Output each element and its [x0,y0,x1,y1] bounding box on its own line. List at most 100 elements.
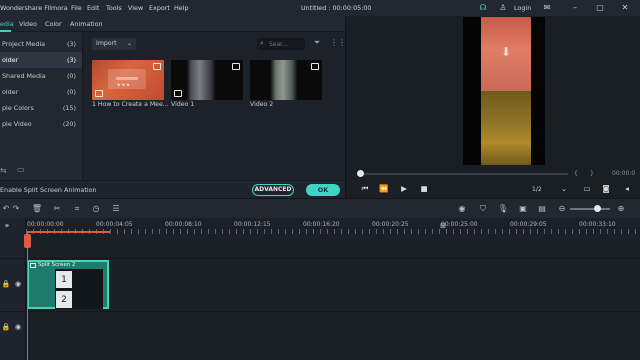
redo-icon[interactable]: ↷ [10,203,22,215]
new-folder-icon[interactable]: ⇆ [0,166,10,176]
sidebar-item-sample-colors[interactable]: ple Colors (15) [0,100,82,116]
track-divider [0,311,640,312]
playhead[interactable] [27,231,28,360]
sidebar-item-project-media[interactable]: Project Media (3) [0,36,82,52]
playhead-handle[interactable] [24,234,31,248]
menu-view[interactable]: View [128,4,143,12]
split-layout: 1 2 [55,269,103,309]
chevron-down-icon[interactable]: ⌄ [559,184,569,194]
clip-label: Video 1 [171,101,195,108]
scrubber-handle[interactable] [357,170,364,177]
link-icon[interactable]: ⚭ [2,221,12,231]
minimize-icon[interactable]: – [569,2,581,14]
login-link[interactable]: Login [514,4,531,12]
lock-icon[interactable]: 🔒 [1,279,11,289]
sidebar-item-folder[interactable]: older (3) [0,52,82,68]
ruler-label: 00:00:29:05 [510,221,547,228]
media-clip-2[interactable] [171,60,243,100]
ruler-label: 00:00:16:20 [303,221,340,228]
render-ratio[interactable]: 1/2 [532,186,542,193]
split-cell-top: ⬇ [481,17,531,91]
render-icon[interactable]: ◉ [456,203,468,215]
zoom-slider-handle[interactable] [594,205,601,212]
menu-help[interactable]: Help [174,4,189,12]
camera-icon[interactable]: ◙ [601,184,611,194]
split-screen-clip[interactable]: Split Screen 2 1 2 [27,260,109,309]
ok-button[interactable]: OK [306,184,340,196]
subtitle-icon[interactable]: ▤ [536,203,548,215]
sidebar-item-label: Shared Media [2,72,46,80]
video-badge-icon [232,63,240,70]
mic-icon[interactable]: 🎙 [497,203,509,215]
user-icon[interactable]: ♙ [497,2,509,14]
volume-icon[interactable]: ◂ [622,184,632,194]
adjust-icon[interactable]: ☰ [110,203,122,215]
lock-icon[interactable]: 🔒 [1,322,11,332]
crop-icon[interactable]: ⌗ [71,203,83,215]
zoom-slider[interactable] [570,208,610,210]
play-icon[interactable]: ▶ [399,184,409,194]
enable-animation-label[interactable]: Enable Split Screen Animation [0,186,97,194]
search-input[interactable] [269,39,303,49]
sidebar-item-sample-video[interactable]: ple Video (20) [0,116,82,132]
filter-icon[interactable]: ⏷ [312,38,322,48]
eye-icon[interactable]: ◉ [13,322,23,332]
mail-icon[interactable]: ✉ [541,2,553,14]
clip-title: Split Screen 2 [38,262,76,268]
close-icon[interactable]: ✕ [619,2,631,14]
split-cell-1[interactable]: 1 [55,270,73,289]
import-dropdown[interactable]: Import ⌄ [92,38,136,50]
timeline-toolbar: ↶ ↷ 🗑 ✂ ⌗ ◷ ☰ ◉ ⛉ 🎙 ▣ ▤ ⊖ ⊕ [0,198,640,218]
sidebar-item-label: ple Colors [2,104,34,112]
folder-icon[interactable]: ▭ [17,165,27,175]
prev-frame-icon[interactable]: ⏮ [360,184,370,194]
arrow-down-icon: ⬇ [501,45,512,59]
app-name: Wondershare Filmora [0,4,68,12]
search-box[interactable]: ⌕ [257,38,305,50]
split-screen-icon [30,263,36,268]
delete-icon[interactable]: 🗑 [31,203,43,215]
shield-icon[interactable]: ⛉ [477,203,489,215]
zoom-out-icon[interactable]: ⊖ [556,203,568,215]
preview-video: ⬇ [463,17,545,165]
eye-icon[interactable]: ◉ [13,279,23,289]
work-area-bar[interactable] [27,231,110,233]
mixer-icon[interactable]: ▣ [517,203,529,215]
tab-color[interactable]: Color [45,20,62,28]
menu-file[interactable]: File [71,4,82,12]
mark-out-icon[interactable]: } [590,170,594,177]
advanced-button[interactable]: ADVANCED [252,184,294,196]
ruler-label: 00:00:04:05 [96,221,133,228]
play-badge-icon [95,90,103,97]
menu-edit[interactable]: Edit [87,4,99,12]
clip-thumbnail: ★★★ [108,69,146,89]
sidebar-item-count: (3) [66,56,76,64]
headset-icon[interactable]: ☊ [477,2,489,14]
menu-tools[interactable]: Tools [106,4,122,12]
sidebar-item-shared-folder[interactable]: older (0) [0,84,82,100]
grid-view-icon[interactable]: ⋮⋮ [330,38,346,48]
video-badge-icon [311,63,319,70]
tab-animation[interactable]: Animation [70,20,103,28]
media-clip-1[interactable]: ★★★ [92,60,164,100]
ruler-label: 00:00:33:10 [579,221,616,228]
mark-in-icon[interactable]: { [574,170,578,177]
sidebar-item-count: (20) [62,120,76,128]
zoom-in-icon[interactable]: ⊕ [615,203,627,215]
sidebar-item-shared-media[interactable]: Shared Media (0) [0,68,82,84]
sidebar-item-label: Project Media [2,40,46,48]
stop-icon[interactable]: ■ [419,184,429,194]
speed-icon[interactable]: ◷ [90,203,102,215]
ruler-ticks [26,229,640,234]
preview-scrubber[interactable] [358,173,568,175]
tab-video[interactable]: Video [19,20,37,28]
media-clip-3[interactable] [250,60,322,100]
step-back-icon[interactable]: ⏪ [379,184,389,194]
split-cell-2[interactable]: 2 [55,290,73,309]
tab-media[interactable]: edia [0,20,14,28]
cut-icon[interactable]: ✂ [51,203,63,215]
maximize-icon[interactable]: ▢ [594,2,606,14]
monitor-icon[interactable]: ▭ [582,184,592,194]
menu-export[interactable]: Export [149,4,170,12]
sidebar-item-count: (3) [66,40,76,48]
